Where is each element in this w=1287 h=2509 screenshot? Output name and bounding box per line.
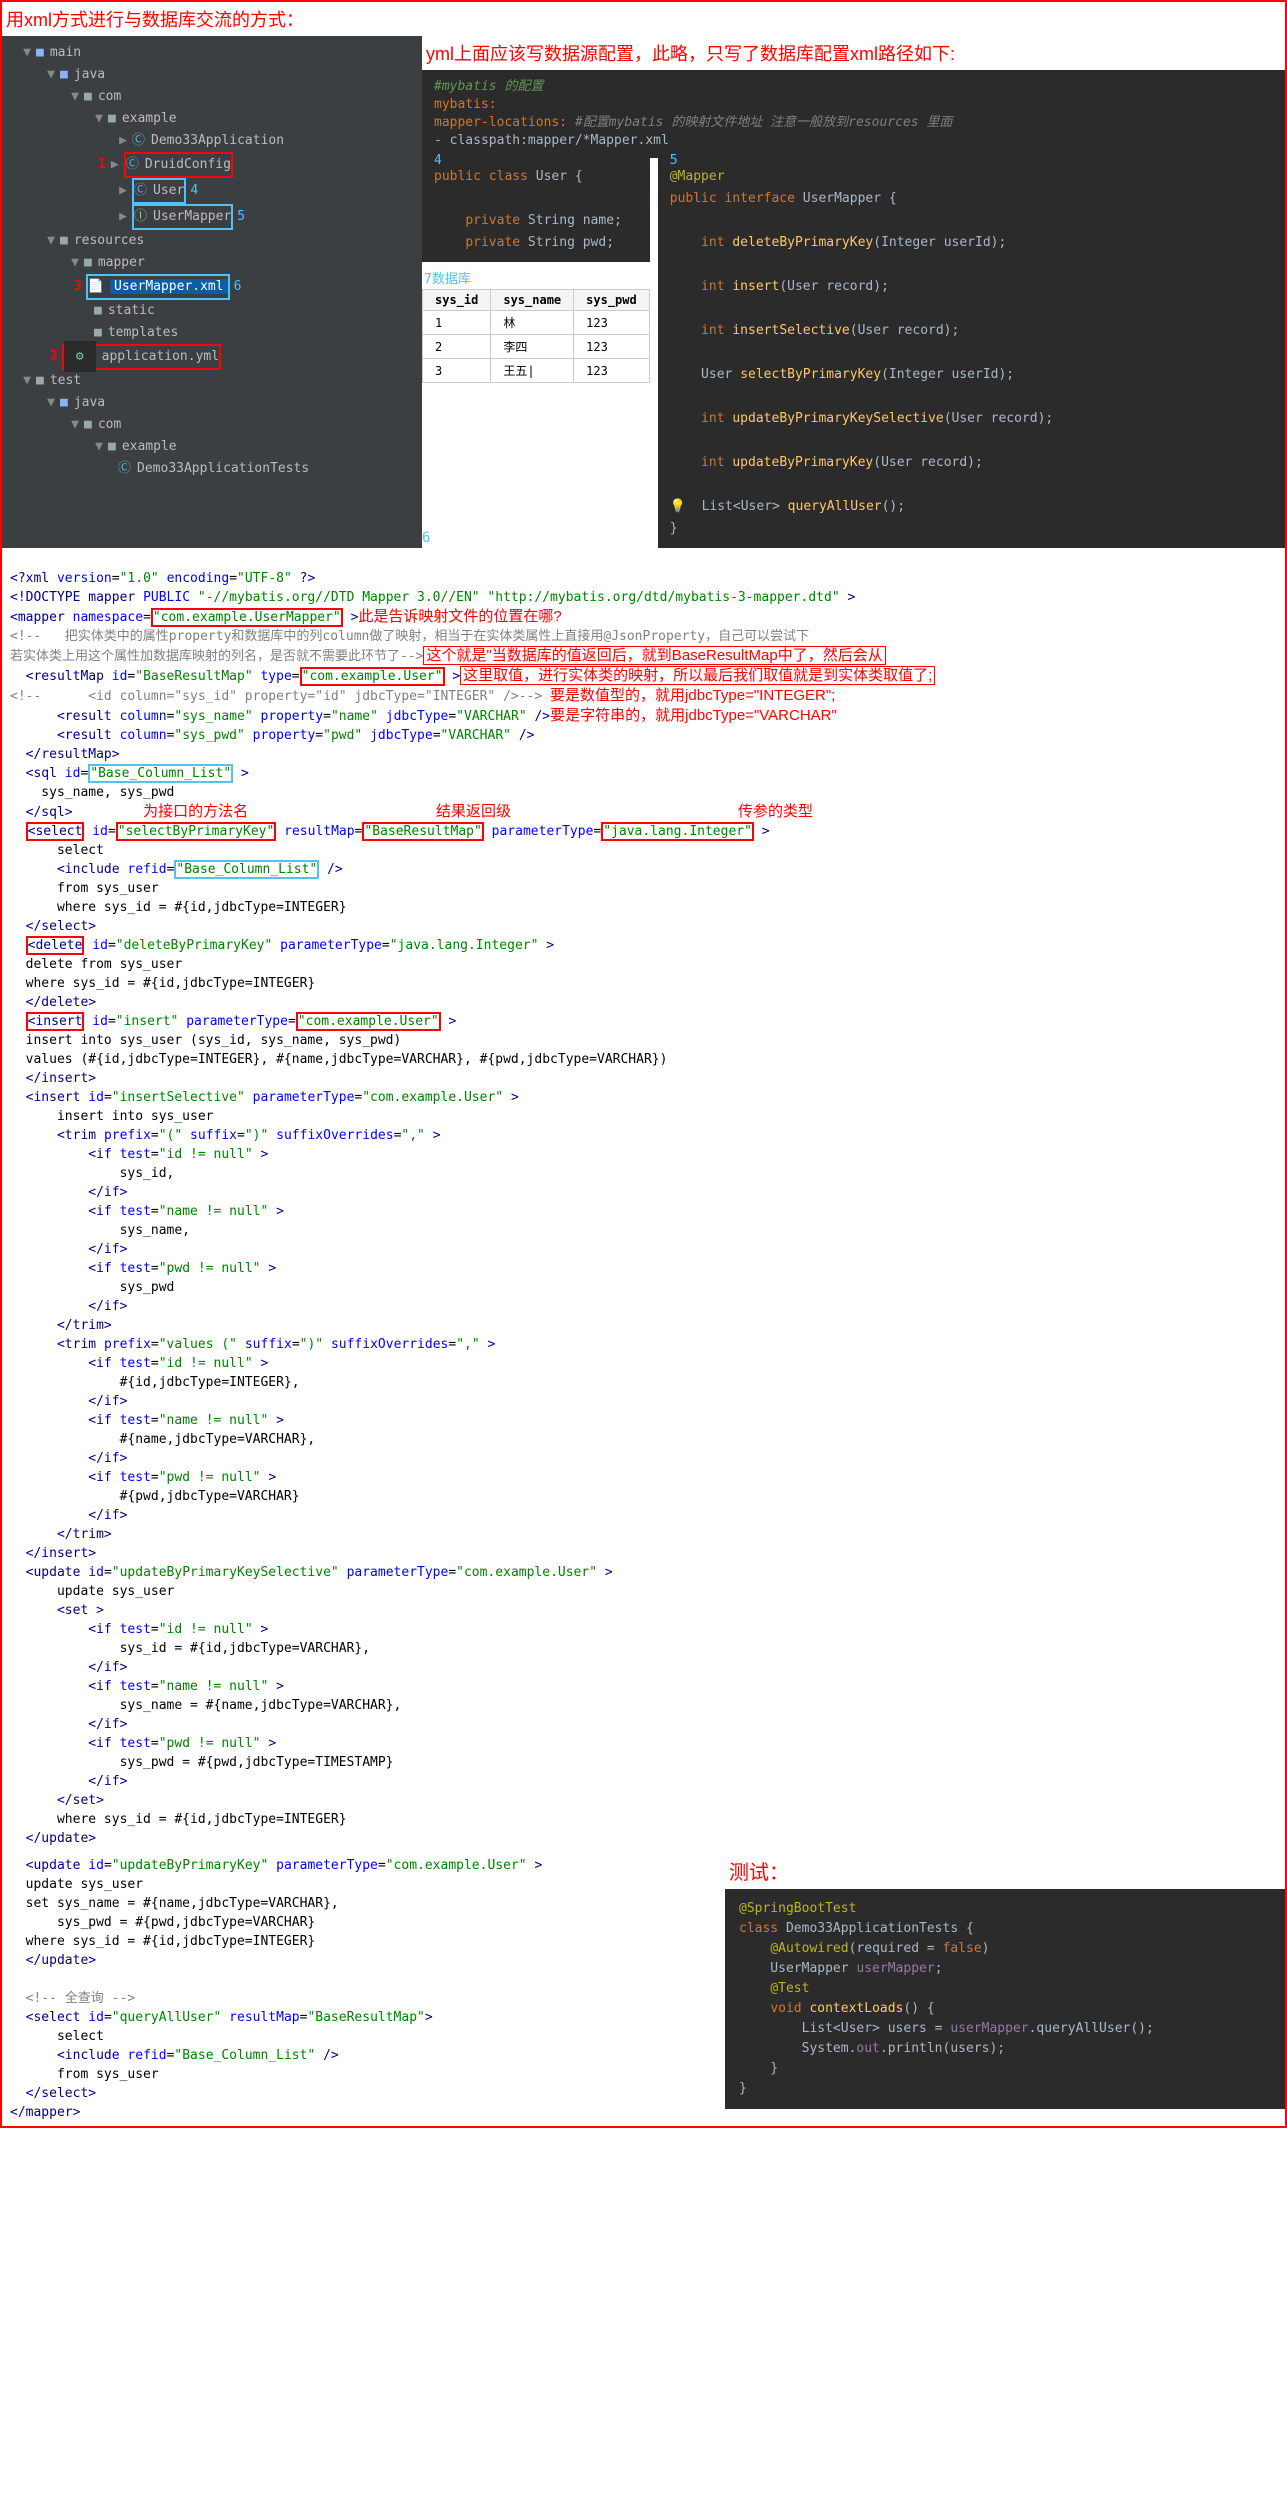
tree-templates[interactable]: templates [108, 322, 178, 344]
label-4: 4 [434, 150, 442, 172]
test-title: 测试： [725, 1852, 1285, 1889]
test-code: @SpringBootTest class Demo33ApplicationT… [725, 1889, 1285, 2109]
tree-mapper-dir[interactable]: mapper [98, 252, 145, 274]
yml-title: yml上面应该写数据源配置，此略，只写了数据库配置xml路径如下: [422, 36, 1285, 70]
marker-3: 3 [74, 276, 82, 298]
tree-druid[interactable]: DruidConfig [145, 157, 231, 172]
java-mapper: 5 @Mapper public interface UserMapper { … [658, 158, 1285, 548]
tree-usermapper[interactable]: UserMapper [153, 209, 231, 224]
label-5: 5 [670, 150, 678, 172]
tree-test[interactable]: test [50, 370, 81, 392]
marker-5: 5 [237, 206, 245, 228]
tree-test-example[interactable]: example [122, 436, 177, 458]
tree-appyml[interactable]: application.yml [102, 349, 219, 364]
tree-user[interactable]: User [153, 183, 184, 198]
tree-java[interactable]: java [74, 64, 105, 86]
tree-app[interactable]: Demo33Application [151, 130, 284, 152]
xml-mapper: <?xml version="1.0" encoding="UTF-8" ?> … [2, 546, 1285, 1852]
tree-main[interactable]: main [50, 42, 81, 64]
db-table: sys_idsys_namesys_pwd 1林123 2李四123 3王五|1… [422, 289, 650, 383]
table-label: 7数据库 [422, 266, 650, 289]
marker-1: 1 [98, 154, 106, 176]
tree-example[interactable]: example [122, 108, 177, 130]
marker-2: 2 [50, 346, 58, 368]
tree-static[interactable]: static [108, 300, 155, 322]
xml-mapper-cont: <update id="updateByPrimaryKey" paramete… [2, 1852, 725, 2126]
tree-test-java[interactable]: java [74, 392, 105, 414]
marker-4: 4 [190, 180, 198, 202]
tree-com[interactable]: com [98, 86, 121, 108]
project-tree: ▼■main ▼■java ▼■com ▼■example ▶ⒸDemo33Ap… [2, 36, 422, 548]
page-title: 用xml方式进行与数据库交流的方式： [2, 2, 1285, 36]
marker-6: 6 [234, 276, 242, 298]
yml-code: #mybatis 的配置 mybatis: mapper-locations: … [422, 70, 1285, 158]
tree-mapper-xml[interactable]: UserMapper.xml [110, 279, 228, 294]
tree-resources[interactable]: resources [74, 230, 144, 252]
tree-testapp[interactable]: Demo33ApplicationTests [137, 458, 309, 480]
tree-test-com[interactable]: com [98, 414, 121, 436]
java-user: 4 public class User { private String nam… [422, 158, 650, 262]
